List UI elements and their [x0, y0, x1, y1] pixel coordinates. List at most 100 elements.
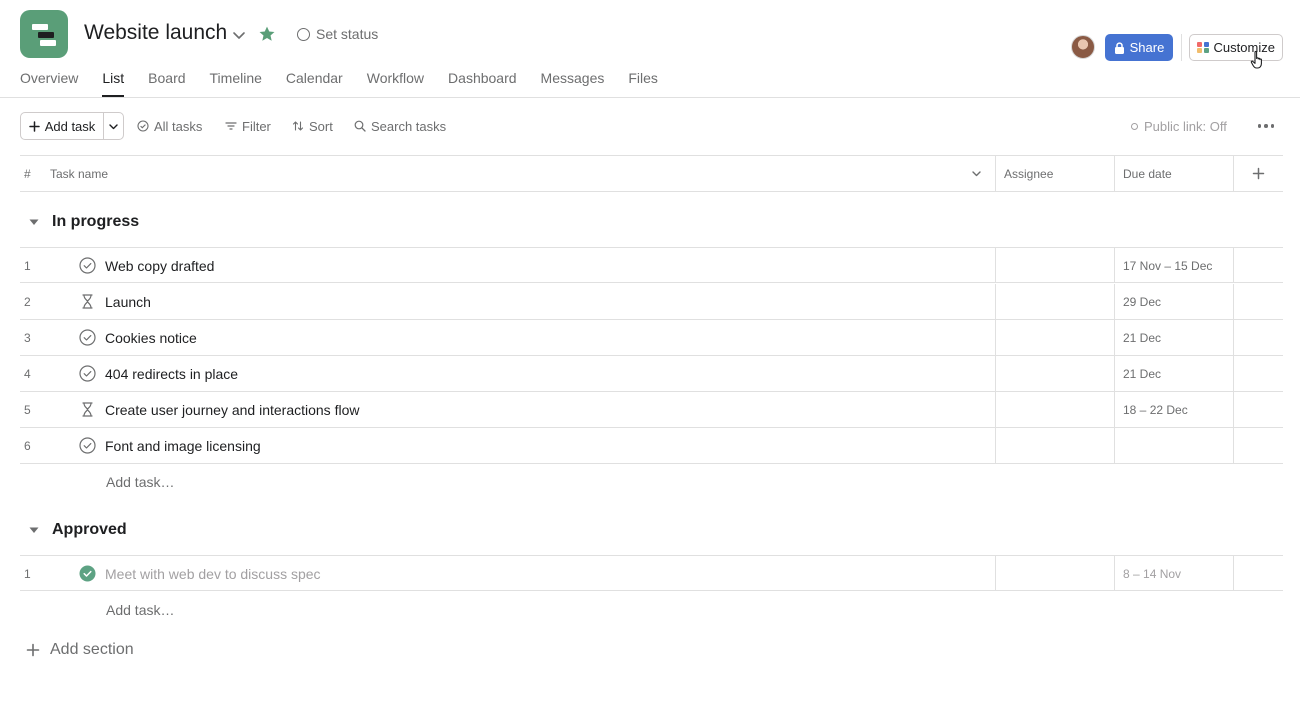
add-task-inline-button[interactable]: Add task… — [106, 592, 174, 628]
column-due-date-header[interactable]: Due date — [1123, 156, 1172, 191]
all-tasks-label: All tasks — [154, 118, 203, 134]
project-title[interactable]: Website launch — [84, 21, 227, 45]
table-row[interactable]: 5 Create user journey and interactions f… — [20, 392, 1283, 428]
public-link-toggle[interactable]: Public link: Off — [1131, 112, 1227, 140]
task-name[interactable]: Create user journey and interactions flo… — [105, 392, 359, 427]
task-name[interactable]: Cookies notice — [105, 320, 197, 355]
project-icon-bar — [40, 40, 56, 46]
project-icon[interactable] — [20, 10, 68, 58]
table-row[interactable]: 1 Web copy drafted 17 Nov – 15 Dec — [20, 247, 1283, 283]
add-column-plus-icon[interactable] — [1252, 167, 1265, 180]
public-link-status-icon — [1131, 122, 1138, 130]
row-number: 4 — [24, 366, 31, 381]
set-status-button[interactable]: Set status — [297, 25, 378, 43]
tab-list[interactable]: List — [102, 70, 124, 97]
tab-overview[interactable]: Overview — [20, 70, 78, 97]
cell-divider — [1114, 428, 1115, 463]
add-task-inline-button[interactable]: Add task… — [106, 464, 174, 500]
check-circle-icon[interactable] — [79, 365, 96, 382]
chevron-down-icon[interactable] — [971, 168, 982, 179]
task-due-date[interactable]: 29 Dec — [1123, 284, 1161, 319]
table-row[interactable]: 4 404 redirects in place 21 Dec — [20, 356, 1283, 392]
table-row[interactable]: 1 Meet with web dev to discuss spec 8 – … — [20, 555, 1283, 591]
task-name[interactable]: Font and image licensing — [105, 428, 261, 463]
cell-divider — [1233, 556, 1234, 591]
check-circle-icon[interactable] — [79, 329, 96, 346]
row-number: 1 — [24, 258, 31, 273]
column-assignee-header[interactable]: Assignee — [1004, 156, 1053, 191]
hourglass-icon[interactable] — [79, 401, 96, 418]
tab-workflow[interactable]: Workflow — [367, 70, 424, 97]
search-tasks-button[interactable]: Search tasks — [354, 112, 446, 140]
row-number: 3 — [24, 330, 31, 345]
section-collapse-toggle[interactable] — [20, 520, 48, 540]
section-header-in-progress: In progress — [20, 194, 139, 250]
tab-dashboard[interactable]: Dashboard — [448, 70, 517, 97]
column-divider — [1114, 156, 1115, 191]
plus-icon — [26, 643, 40, 657]
more-dot-icon — [1257, 124, 1262, 128]
check-circle-icon[interactable] — [79, 437, 96, 454]
column-task-name-header[interactable]: Task name — [50, 156, 108, 191]
sort-button[interactable]: Sort — [292, 112, 333, 140]
cell-divider — [1233, 392, 1234, 427]
star-icon[interactable] — [258, 25, 276, 43]
task-name[interactable]: 404 redirects in place — [105, 356, 238, 391]
more-dot-icon — [1270, 124, 1275, 128]
task-due-date[interactable]: 21 Dec — [1123, 320, 1161, 355]
hourglass-icon[interactable] — [79, 293, 96, 310]
check-circle-icon[interactable] — [79, 257, 96, 274]
table-header: # Task name Assignee Due date — [20, 155, 1283, 192]
cell-divider — [1233, 428, 1234, 463]
task-name[interactable]: Launch — [105, 284, 151, 319]
filter-button[interactable]: Filter — [225, 112, 271, 140]
triangle-down-icon — [29, 527, 39, 533]
table-row[interactable]: 6 Font and image licensing — [20, 428, 1283, 464]
table-row[interactable]: 2 Launch 29 Dec — [20, 284, 1283, 320]
cell-divider — [1114, 556, 1115, 591]
tab-board[interactable]: Board — [148, 70, 185, 97]
tab-timeline[interactable]: Timeline — [210, 70, 262, 97]
add-task-button[interactable]: Add task — [21, 113, 104, 139]
filter-label: Filter — [242, 118, 271, 134]
section-title[interactable]: In progress — [52, 213, 139, 231]
customize-button[interactable]: Customize — [1189, 34, 1283, 61]
cell-divider — [995, 248, 996, 283]
more-options-button[interactable] — [1254, 116, 1278, 136]
all-tasks-button[interactable]: All tasks — [137, 112, 202, 140]
cell-divider — [995, 284, 996, 319]
tab-messages[interactable]: Messages — [541, 70, 605, 97]
cell-divider — [1233, 248, 1234, 283]
add-task-split-button: Add task — [20, 112, 124, 140]
add-section-button[interactable]: Add section — [26, 638, 134, 662]
section-collapse-toggle[interactable] — [20, 212, 48, 232]
share-button[interactable]: Share — [1105, 34, 1173, 61]
task-due-date[interactable]: 18 – 22 Dec — [1123, 392, 1188, 427]
project-icon-bar — [38, 32, 54, 38]
add-task-dropdown[interactable] — [104, 113, 123, 139]
chevron-down-icon[interactable] — [231, 27, 247, 43]
tab-calendar[interactable]: Calendar — [286, 70, 343, 97]
more-dot-icon — [1264, 124, 1268, 128]
cell-divider — [1114, 356, 1115, 391]
task-due-date[interactable]: 17 Nov – 15 Dec — [1123, 248, 1212, 283]
chevron-down-icon — [109, 123, 118, 129]
task-name[interactable]: Meet with web dev to discuss spec — [105, 556, 321, 591]
check-circle-filled-icon[interactable] — [79, 565, 96, 582]
task-due-date[interactable]: 8 – 14 Nov — [1123, 556, 1181, 591]
task-due-date[interactable]: 21 Dec — [1123, 356, 1161, 391]
avatar[interactable] — [1071, 35, 1095, 59]
header-divider-line — [0, 97, 1300, 98]
set-status-label: Set status — [316, 26, 379, 42]
task-name[interactable]: Web copy drafted — [105, 248, 214, 283]
section-title[interactable]: Approved — [52, 521, 127, 539]
cell-divider — [995, 392, 996, 427]
add-section-label: Add section — [50, 641, 134, 658]
table-row[interactable]: 3 Cookies notice 21 Dec — [20, 320, 1283, 356]
tab-files[interactable]: Files — [628, 70, 658, 97]
share-label: Share — [1129, 40, 1165, 55]
row-number: 6 — [24, 438, 31, 453]
column-number-header: # — [24, 166, 31, 181]
cell-divider — [1114, 392, 1115, 427]
row-number: 1 — [24, 566, 31, 581]
